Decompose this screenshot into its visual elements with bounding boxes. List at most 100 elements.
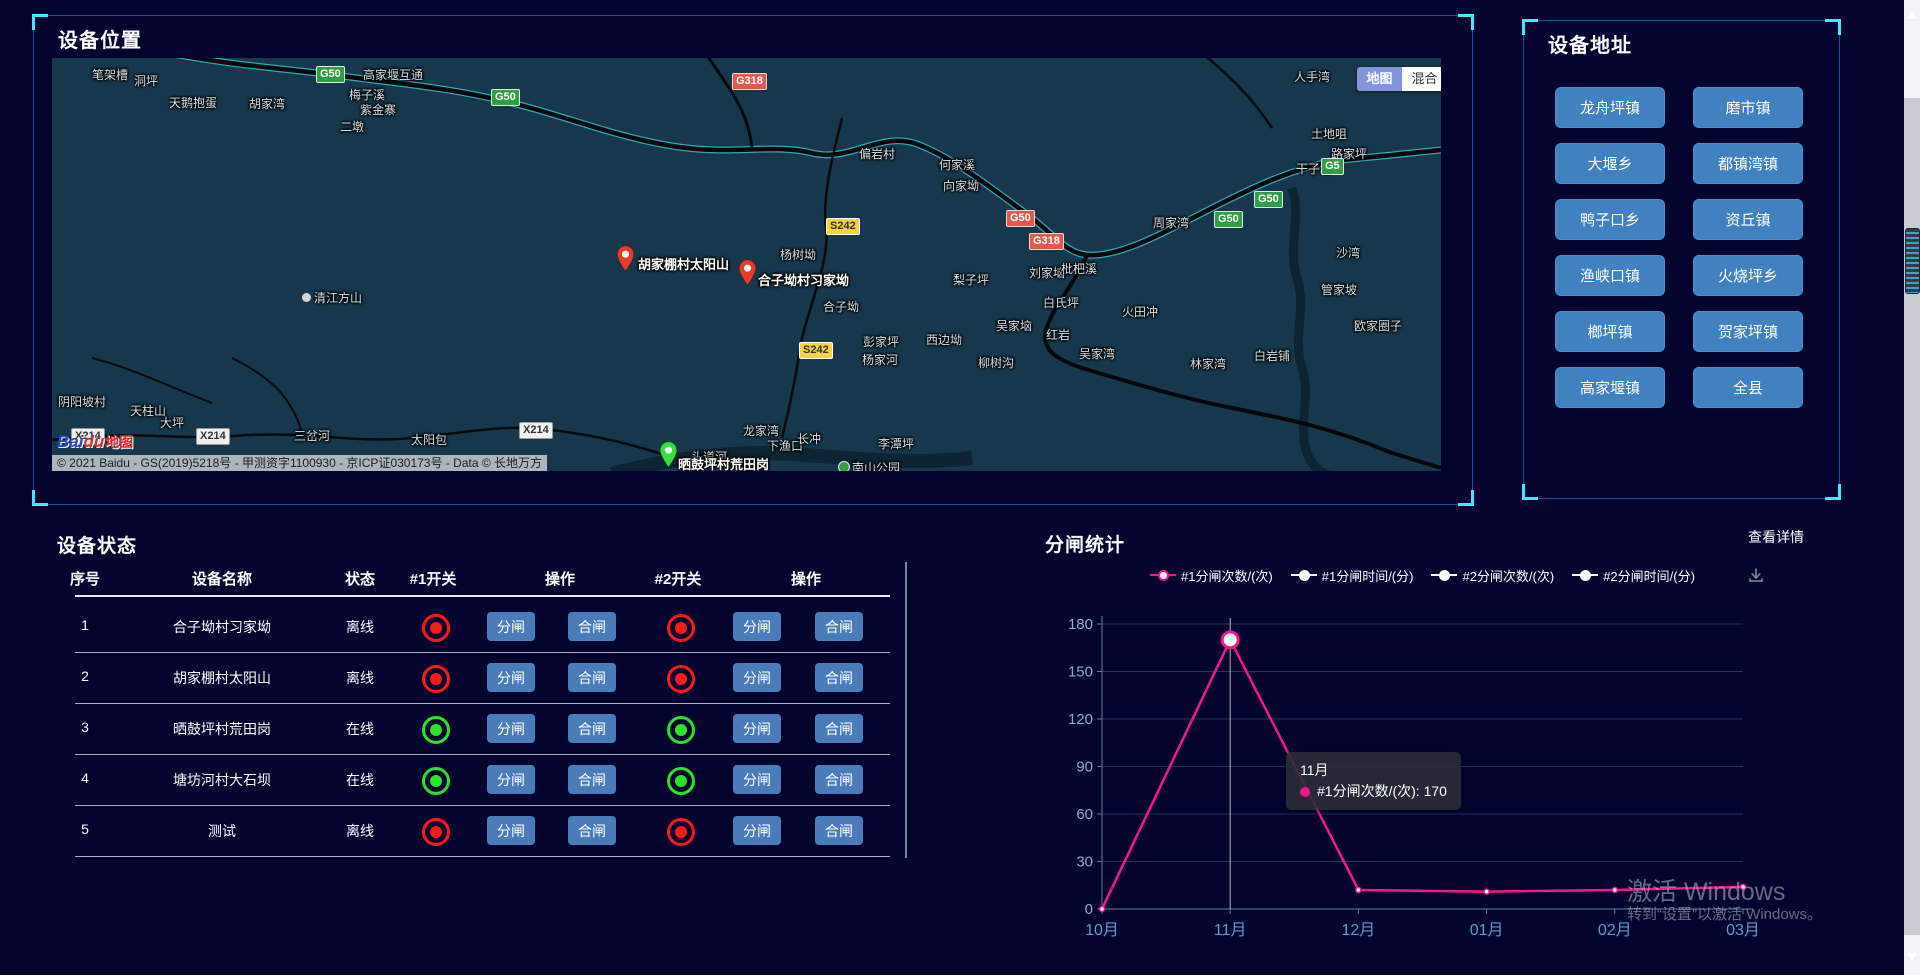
park-icon <box>838 461 850 471</box>
map-place-label: 长冲 <box>797 430 821 447</box>
corner-accent <box>1458 490 1474 506</box>
map-place-label: 林家湾 <box>1190 355 1226 372</box>
device-marker[interactable] <box>659 441 678 468</box>
table-header-divider <box>75 595 890 597</box>
address-button-3[interactable]: 大堰乡 <box>1555 143 1665 184</box>
close-switch2-button[interactable]: 合闸 <box>815 714 863 743</box>
address-button-12[interactable]: 全县 <box>1693 367 1803 408</box>
address-button-2[interactable]: 磨市镇 <box>1693 87 1803 128</box>
page-scrollbar[interactable]: ▲ ▼ <box>1904 0 1920 975</box>
svg-text:30: 30 <box>1076 854 1093 871</box>
map-place-label: 白岩铺 <box>1254 347 1290 364</box>
map-place-label: 二墩 <box>340 118 364 135</box>
row-status: 离线 <box>320 617 400 637</box>
device-marker[interactable] <box>616 245 635 272</box>
row-device-name: 测试 <box>142 821 302 841</box>
map-place-label: 白氏坪 <box>1043 294 1079 311</box>
row-seq: 2 <box>50 668 120 684</box>
address-button-8[interactable]: 火烧坪乡 <box>1693 255 1803 296</box>
indicator-dot <box>430 622 442 634</box>
road-badge: S242 <box>799 342 833 359</box>
address-button-11[interactable]: 高家堰镇 <box>1555 367 1665 408</box>
row-seq: 5 <box>50 821 120 837</box>
legend-item[interactable]: #2分闸次数/(次) <box>1431 566 1554 585</box>
address-button-1[interactable]: 龙舟坪镇 <box>1555 87 1665 128</box>
row-status: 在线 <box>320 719 400 739</box>
close-switch2-button[interactable]: 合闸 <box>815 663 863 692</box>
close-switch1-button[interactable]: 合闸 <box>568 816 616 845</box>
map-place-label: 人手湾 <box>1294 68 1330 85</box>
map-place-label: 柳树沟 <box>978 354 1014 371</box>
open-switch2-button[interactable]: 分闸 <box>733 765 781 794</box>
close-switch2-button[interactable]: 合闸 <box>815 612 863 641</box>
map-place-label: 周家湾 <box>1153 214 1189 231</box>
map-place-label: 胡家湾 <box>249 95 285 112</box>
device-status-title: 设备状态 <box>57 531 137 558</box>
view-details-link[interactable]: 查看详情 <box>1748 527 1804 547</box>
switch2-indicator <box>667 665 695 693</box>
scroll-down-arrow[interactable]: ▼ <box>1904 949 1920 967</box>
close-switch2-button[interactable]: 合闸 <box>815 765 863 794</box>
download-icon[interactable] <box>1747 566 1765 584</box>
legend-item[interactable]: #1分闸时间/(分) <box>1291 566 1414 585</box>
close-switch2-button[interactable]: 合闸 <box>815 816 863 845</box>
open-switch2-button[interactable]: 分闸 <box>733 714 781 743</box>
legend-dot <box>1580 570 1591 581</box>
col-header-name: 设备名称 <box>142 568 302 589</box>
close-switch1-button[interactable]: 合闸 <box>568 714 616 743</box>
legend-item[interactable]: #1分闸次数/(次) <box>1150 566 1273 585</box>
map-type-option[interactable]: 混合 <box>1402 67 1441 91</box>
road-badge: X214 <box>196 428 230 445</box>
close-switch1-button[interactable]: 合闸 <box>568 663 616 692</box>
map-type-control[interactable]: 地图混合 <box>1357 67 1441 91</box>
open-switch2-button[interactable]: 分闸 <box>733 816 781 845</box>
address-button-7[interactable]: 渔峡口镇 <box>1555 255 1665 296</box>
address-button-4[interactable]: 都镇湾镇 <box>1693 143 1803 184</box>
address-button-10[interactable]: 贺家坪镇 <box>1693 311 1803 352</box>
svg-text:03月: 03月 <box>1726 922 1760 939</box>
map-type-option[interactable]: 地图 <box>1357 67 1402 91</box>
map-place-label: 杨家河 <box>862 351 898 368</box>
indicator-dot <box>675 724 687 736</box>
table-scrollbar[interactable] <box>905 562 907 858</box>
corner-accent <box>32 14 48 30</box>
address-button-6[interactable]: 资丘镇 <box>1693 199 1803 240</box>
road-badge: G50 <box>1006 210 1035 227</box>
svg-text:12月: 12月 <box>1341 922 1375 939</box>
baidu-logo-map-word: 地图 <box>105 432 133 452</box>
table-row: 4塘坊河村大石坝在线分闸合闸分闸合闸 <box>75 754 890 806</box>
device-address-panel: 设备地址 龙舟坪镇磨市镇大堰乡都镇湾镇鸭子口乡资丘镇渔峡口镇火烧坪乡榔坪镇贺家坪… <box>1523 20 1840 499</box>
device-marker[interactable] <box>738 259 757 286</box>
switch2-indicator <box>667 767 695 795</box>
open-switch1-button[interactable]: 分闸 <box>487 612 535 641</box>
open-switch2-button[interactable]: 分闸 <box>733 663 781 692</box>
open-switch2-button[interactable]: 分闸 <box>733 612 781 641</box>
address-button-9[interactable]: 榔坪镇 <box>1555 311 1665 352</box>
svg-text:01月: 01月 <box>1470 922 1504 939</box>
device-marker-label: 合子坳村习家坳 <box>758 270 849 289</box>
open-switch1-button[interactable]: 分闸 <box>487 663 535 692</box>
road-badge: G50 <box>491 89 520 106</box>
row-status: 离线 <box>320 821 400 841</box>
table-row: 1合子坳村习家坳离线分闸合闸分闸合闸 <box>75 601 890 653</box>
open-switch1-button[interactable]: 分闸 <box>487 816 535 845</box>
tooltip-entry: #1分闸次数/(次): 170 <box>1317 783 1447 799</box>
row-seq: 1 <box>50 617 120 633</box>
col-header-sw2: #2开关 <box>638 568 718 589</box>
svg-text:60: 60 <box>1076 806 1093 823</box>
svg-text:150: 150 <box>1068 664 1093 681</box>
map-place-label: 枇杷溪 <box>1061 260 1097 277</box>
close-switch1-button[interactable]: 合闸 <box>568 612 616 641</box>
baidu-map-canvas[interactable]: 笔架槽洞坪天鹅抱蛋胡家湾高家堰互通梅子溪紫金寨二墩人手湾土地咀路家坪干子堰偏岩村… <box>52 58 1441 471</box>
open-switch1-button[interactable]: 分闸 <box>487 714 535 743</box>
close-switch1-button[interactable]: 合闸 <box>568 765 616 794</box>
open-switch1-button[interactable]: 分闸 <box>487 765 535 794</box>
legend-item[interactable]: #2分闸时间/(分) <box>1572 566 1695 585</box>
indicator-dot <box>430 724 442 736</box>
switch2-indicator <box>667 614 695 642</box>
scrollbar-thumb[interactable] <box>1905 228 1920 294</box>
baidu-logo[interactable]: Baidu 地图 <box>57 432 133 452</box>
address-button-5[interactable]: 鸭子口乡 <box>1555 199 1665 240</box>
map-place-label: 欧家圈子 <box>1354 317 1402 334</box>
scroll-up-arrow[interactable]: ▲ <box>1904 6 1920 24</box>
